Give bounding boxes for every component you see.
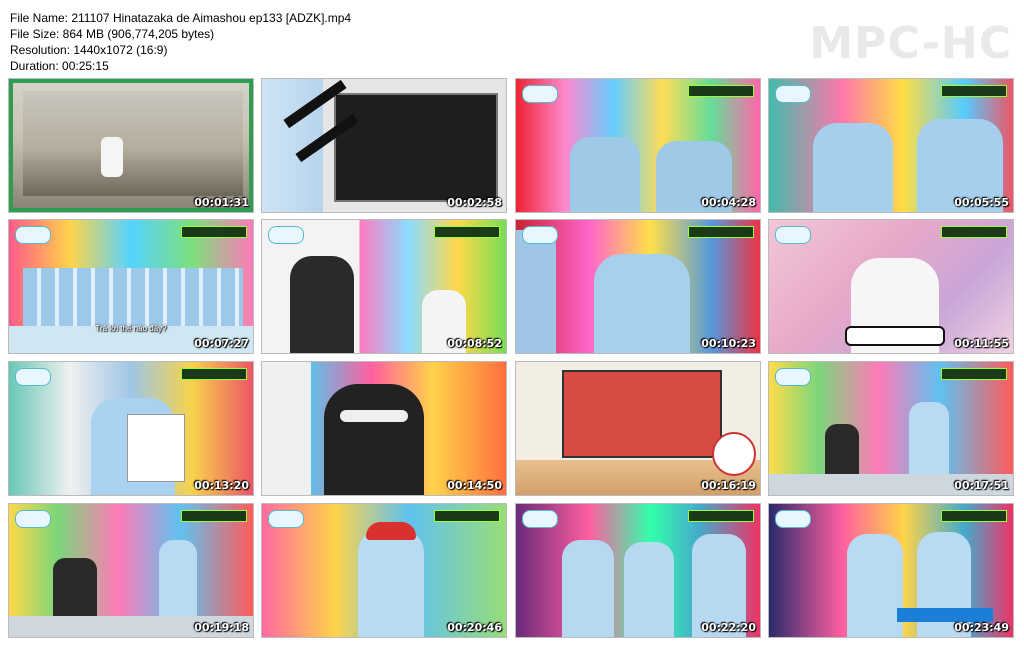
thumbnail-8[interactable]: 00:11:55 xyxy=(769,220,1013,353)
thumbnail-14-timestamp: 00:20:46 xyxy=(447,621,502,634)
thumbnail-2-timestamp: 00:02:58 xyxy=(447,196,502,209)
thumbnail-15-timestamp: 00:22:20 xyxy=(701,621,756,634)
thumbnail-11-timestamp: 00:16:19 xyxy=(701,479,756,492)
thumbnail-5-subtitle: Trả lời thế nào đây? xyxy=(95,324,167,333)
thumbnail-14[interactable]: 00:20:46 xyxy=(262,504,506,637)
thumbnail-16-timestamp: 00:23:49 xyxy=(954,621,1009,634)
thumbnail-16[interactable]: 00:23:49 xyxy=(769,504,1013,637)
thumbnail-9-timestamp: 00:13:20 xyxy=(194,479,249,492)
thumbnail-11[interactable]: 00:16:19 xyxy=(516,362,760,495)
duration-line: Duration: 00:25:15 xyxy=(10,59,109,73)
thumbnail-12[interactable]: 00:17:51 xyxy=(769,362,1013,495)
thumbnail-13[interactable]: 00:19:18 xyxy=(9,504,253,637)
thumbnail-4[interactable]: 00:05:55 xyxy=(769,79,1013,212)
file-info: File Name: 211107 Hinatazaka de Aimashou… xyxy=(10,10,351,74)
file-size-line: File Size: 864 MB (906,774,205 bytes) xyxy=(10,27,215,41)
thumbnail-5[interactable]: Trả lời thế nào đây? 00:07:27 xyxy=(9,220,253,353)
thumbnail-9[interactable]: 00:13:20 xyxy=(9,362,253,495)
thumbnail-4-timestamp: 00:05:55 xyxy=(954,196,1009,209)
mpc-hc-watermark: MPC-HC xyxy=(809,18,1012,69)
file-name-line: File Name: 211107 Hinatazaka de Aimashou… xyxy=(10,11,352,25)
thumbnail-10[interactable]: 00:14:50 xyxy=(262,362,506,495)
thumbnail-15[interactable]: 00:22:20 xyxy=(516,504,760,637)
thumbnail-13-timestamp: 00:19:18 xyxy=(194,621,249,634)
thumbnail-7[interactable]: 00:10:23 xyxy=(516,220,760,353)
thumbnail-6[interactable]: 00:08:52 xyxy=(262,220,506,353)
thumbnail-7-timestamp: 00:10:23 xyxy=(701,337,756,350)
thumbnail-6-timestamp: 00:08:52 xyxy=(447,337,502,350)
resolution-line: Resolution: 1440x1072 (16:9) xyxy=(10,43,168,57)
thumbnail-5-timestamp: 00:07:27 xyxy=(194,337,249,350)
thumbnail-3-timestamp: 00:04:28 xyxy=(701,196,756,209)
thumbnail-1[interactable]: 00:01:31 xyxy=(9,79,253,212)
thumbnail-1-timestamp: 00:01:31 xyxy=(194,196,249,209)
thumbnail-3[interactable]: 00:04:28 xyxy=(516,79,760,212)
thumbnail-8-timestamp: 00:11:55 xyxy=(954,337,1009,350)
thumbnail-grid: 00:01:31 00:02:58 00:04:28 00:05:55 Trả … xyxy=(9,79,1014,637)
thumbnail-10-timestamp: 00:14:50 xyxy=(447,479,502,492)
thumbnail-12-timestamp: 00:17:51 xyxy=(954,479,1009,492)
thumbnail-2[interactable]: 00:02:58 xyxy=(262,79,506,212)
